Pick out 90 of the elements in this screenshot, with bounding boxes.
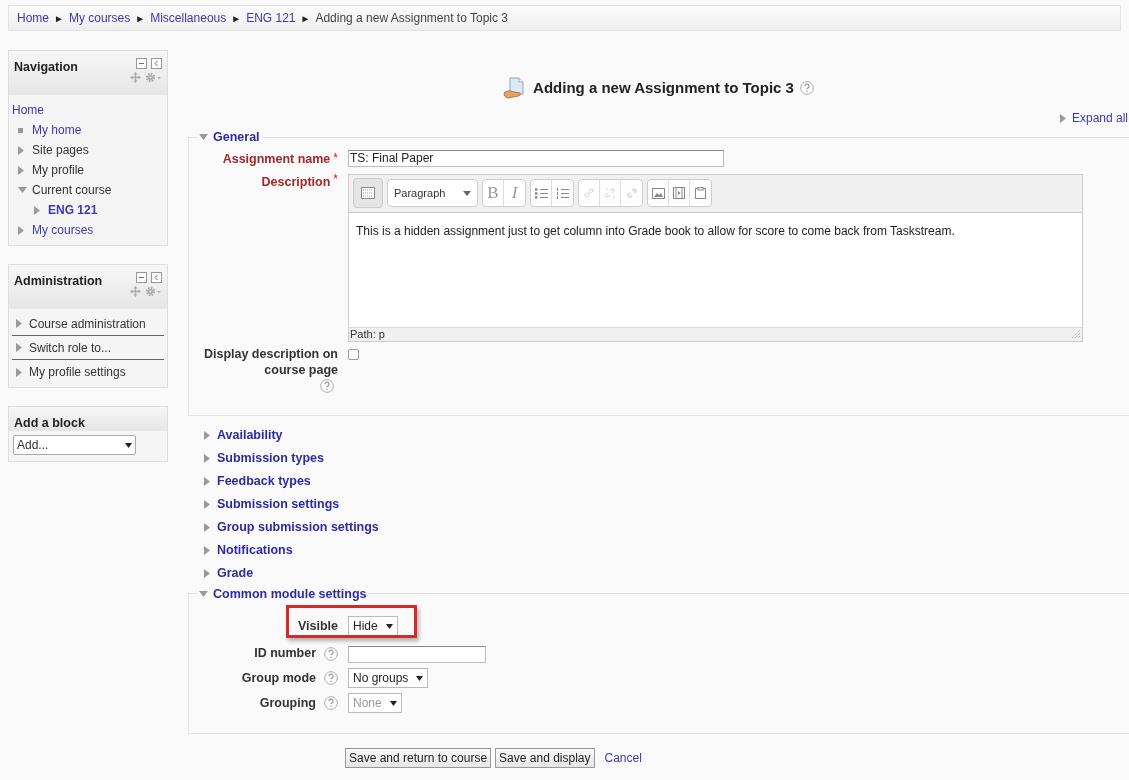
numbered-list-icon bbox=[556, 187, 569, 199]
expand-arrow-icon bbox=[204, 499, 210, 509]
help-icon[interactable] bbox=[320, 378, 334, 393]
field-label: Description bbox=[261, 173, 331, 191]
caret-icon bbox=[125, 442, 132, 448]
section-toggle[interactable]: Submission types bbox=[188, 446, 324, 470]
expand-arrow-icon bbox=[1059, 113, 1066, 123]
save-button[interactable]: Save and return to course bbox=[345, 748, 492, 769]
expand-all-link[interactable]: Expand all bbox=[1071, 109, 1128, 127]
breadcrumb-separator: ► bbox=[300, 11, 311, 26]
expand-arrow-icon bbox=[204, 476, 210, 486]
breadcrumb-separator: ► bbox=[231, 11, 242, 26]
nav-item[interactable]: Site pages bbox=[32, 141, 89, 159]
bullet-icon bbox=[18, 127, 23, 133]
expand-arrow-icon bbox=[204, 545, 210, 555]
breadcrumb-link[interactable]: My courses bbox=[68, 9, 131, 27]
help-icon[interactable] bbox=[324, 646, 338, 661]
film-icon bbox=[673, 187, 685, 199]
save-button[interactable]: Save and display bbox=[495, 748, 595, 769]
field-label: Grouping bbox=[259, 694, 316, 712]
field-label: Group mode bbox=[241, 669, 316, 687]
caret-icon bbox=[385, 623, 393, 629]
page-title: Adding a new Assignment to Topic 3 bbox=[533, 77, 794, 98]
resize-handle-icon[interactable] bbox=[1071, 329, 1081, 339]
add-block-select[interactable]: Add... bbox=[13, 435, 136, 455]
nav-item[interactable]: My home bbox=[32, 121, 82, 139]
keyboard-icon bbox=[361, 187, 375, 199]
breadcrumb-link[interactable]: ENG 121 bbox=[246, 9, 296, 27]
text-input[interactable] bbox=[348, 646, 486, 664]
help-icon[interactable] bbox=[324, 671, 338, 686]
minimize-icon[interactable] bbox=[136, 272, 147, 283]
admin-item[interactable]: My profile settings bbox=[29, 363, 126, 381]
section-toggle[interactable]: Notifications bbox=[188, 538, 293, 562]
field-label: ID number bbox=[254, 645, 316, 663]
required-mark: * bbox=[333, 149, 338, 167]
nav-item[interactable]: Current course bbox=[32, 181, 112, 199]
anchor-icon bbox=[625, 187, 638, 199]
toolbar-toggle-button[interactable] bbox=[353, 178, 383, 208]
dropdown-select[interactable]: No groups bbox=[348, 668, 429, 689]
expand-arrow-icon bbox=[204, 522, 210, 532]
block-title: Add a block bbox=[14, 415, 85, 426]
dock-icon[interactable] bbox=[151, 58, 162, 69]
paragraph-style-select[interactable]: Paragraph bbox=[387, 179, 478, 207]
nav-item[interactable]: ENG 121 bbox=[48, 201, 98, 219]
link-icon bbox=[583, 187, 595, 199]
section-toggle[interactable]: Feedback types bbox=[188, 469, 311, 493]
caret-icon bbox=[416, 675, 424, 681]
block-title: Administration bbox=[14, 273, 103, 290]
checkbox[interactable] bbox=[348, 348, 359, 360]
section-toggle[interactable]: Availability bbox=[188, 423, 283, 447]
text-input[interactable]: TS: Final Paper bbox=[348, 149, 724, 167]
help-icon[interactable] bbox=[799, 81, 814, 95]
section-toggle[interactable]: Submission settings bbox=[188, 492, 340, 516]
field-label: Assignment name bbox=[222, 150, 331, 168]
nav-item[interactable]: My profile bbox=[32, 161, 84, 179]
breadcrumb-link[interactable]: Home bbox=[17, 9, 49, 27]
caret-icon bbox=[463, 190, 471, 196]
nav-item[interactable]: My courses bbox=[32, 221, 94, 239]
section-toggle[interactable]: Group submission settings bbox=[188, 515, 379, 539]
breadcrumb-link[interactable]: Miscellaneous bbox=[150, 9, 227, 27]
admin-item[interactable]: Course administration bbox=[29, 314, 146, 333]
collapse-arrow-icon bbox=[199, 134, 208, 141]
caret-icon bbox=[389, 700, 397, 706]
clipboard-icon bbox=[695, 187, 706, 199]
breadcrumb-current: Adding a new Assignment to Topic 3 bbox=[315, 10, 508, 27]
block-title: Navigation bbox=[14, 59, 78, 76]
field-label: Visible bbox=[297, 617, 338, 635]
admin-item[interactable]: Switch role to... bbox=[29, 338, 112, 357]
expand-arrow-icon bbox=[204, 430, 210, 440]
dropdown-select[interactable]: Hide bbox=[348, 616, 398, 637]
broken-link-icon bbox=[604, 187, 616, 199]
collapse-arrow-icon bbox=[199, 590, 208, 597]
section-toggle[interactable]: General bbox=[197, 128, 262, 147]
expand-arrow-icon bbox=[204, 453, 210, 463]
breadcrumb-separator: ► bbox=[54, 11, 64, 26]
required-mark: * bbox=[333, 170, 338, 188]
section-toggle[interactable]: Grade bbox=[188, 561, 254, 585]
editor-content[interactable]: This is a hidden assignment just to get column into Grade book to allow for score to come back from Taskstream. bbox=[349, 212, 1082, 327]
expand-arrow-icon bbox=[204, 568, 210, 578]
nav-item[interactable]: Home bbox=[12, 101, 44, 119]
dropdown-select: None bbox=[348, 693, 402, 714]
field-label: Display description on course page bbox=[202, 345, 338, 378]
section-toggle[interactable]: Common module settings bbox=[197, 584, 369, 604]
editor-path: Path: p bbox=[350, 326, 385, 342]
minimize-icon[interactable] bbox=[136, 58, 147, 69]
cancel-link[interactable]: Cancel bbox=[604, 749, 642, 768]
image-icon bbox=[651, 187, 665, 199]
breadcrumb-separator: ► bbox=[135, 11, 146, 26]
bullet-list-icon bbox=[534, 187, 548, 199]
dock-icon[interactable] bbox=[151, 272, 162, 283]
